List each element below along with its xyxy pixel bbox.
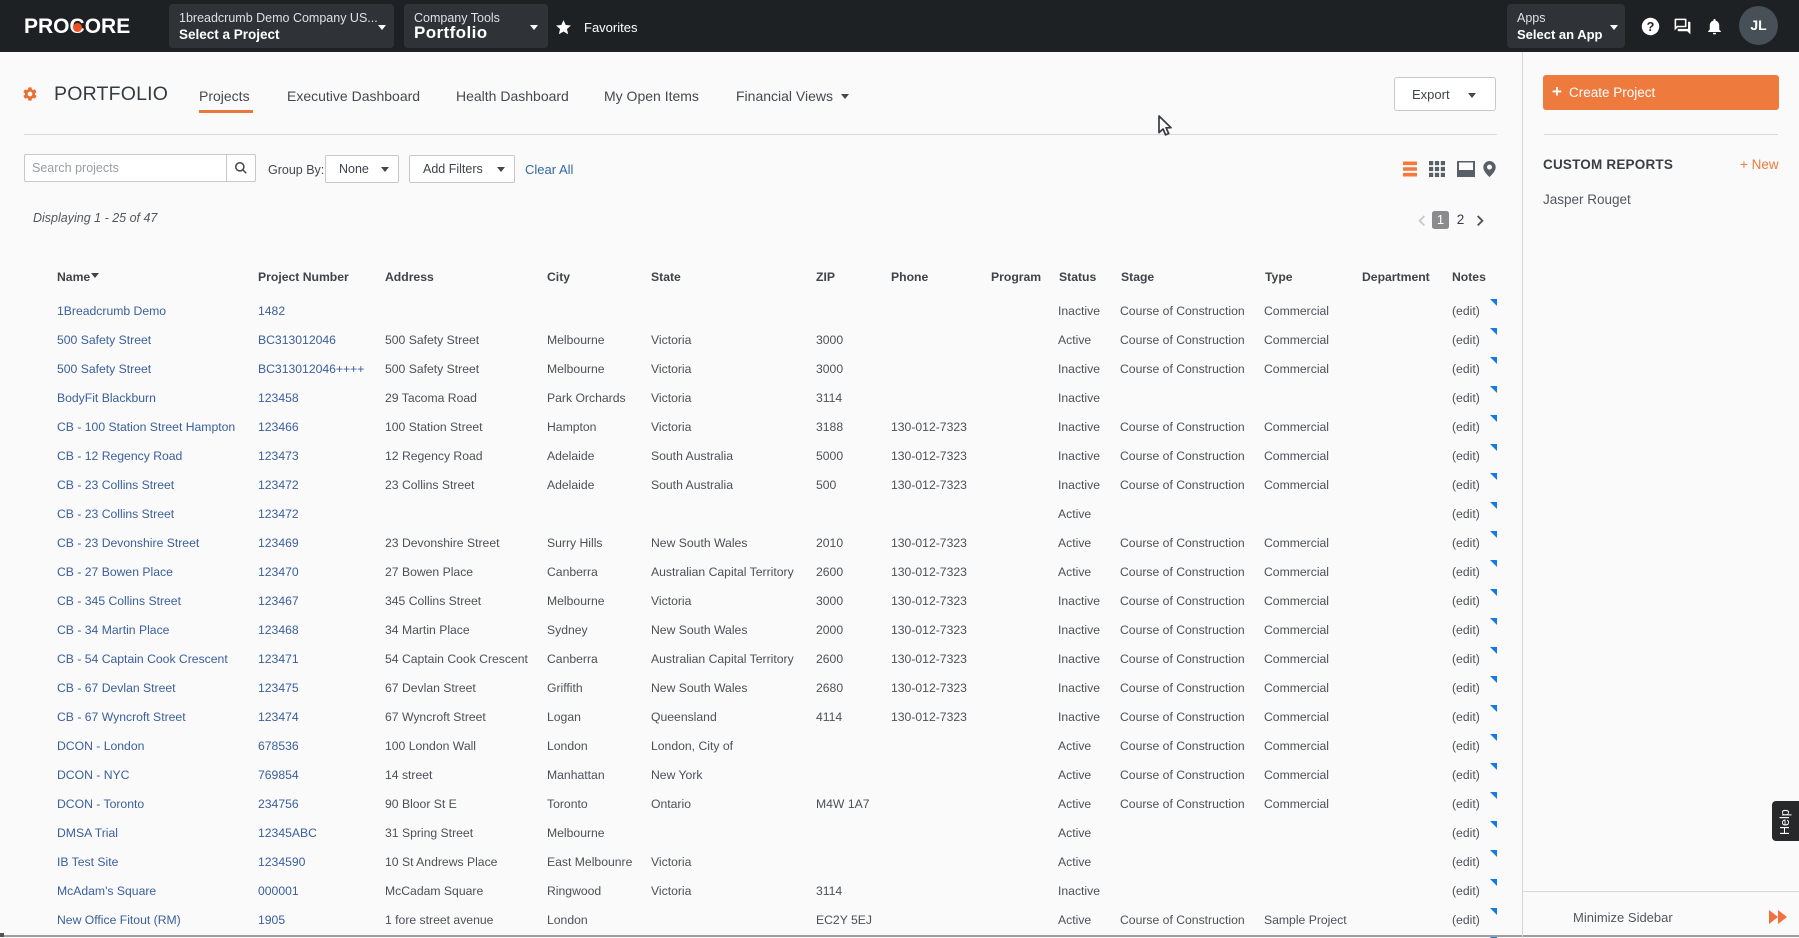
svg-text:?: ? <box>1647 20 1655 34</box>
